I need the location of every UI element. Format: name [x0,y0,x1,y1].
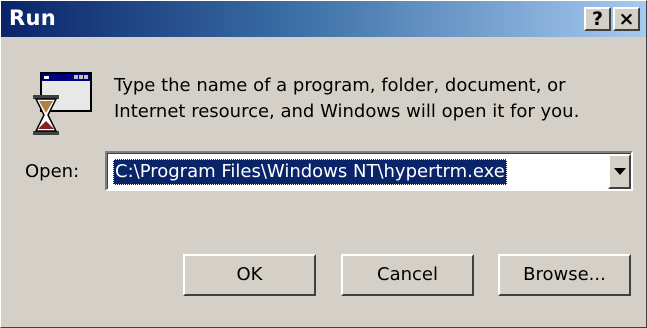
browse-button[interactable]: Browse... [498,254,631,296]
title-bar[interactable]: Run ? × [1,1,646,37]
description-line-2: Internet resource, and Windows will open… [114,101,580,122]
open-input[interactable]: C:\Program Files\Windows NT\hypertrm.exe [113,159,507,185]
dropdown-button[interactable] [608,154,631,189]
run-program-icon [33,72,92,135]
close-button[interactable]: × [613,7,640,31]
open-combobox[interactable]: C:\Program Files\Windows NT\hypertrm.exe [105,151,633,191]
description-line-1: Type the name of a program, folder, docu… [114,75,566,96]
window-title: Run [9,6,56,30]
help-button[interactable]: ? [584,7,611,31]
run-dialog: Run ? × Type the name of a program, fold… [0,0,647,328]
ok-button[interactable]: OK [183,254,316,296]
open-label: Open: [25,161,80,182]
description-text: Type the name of a program, folder, docu… [114,73,624,125]
cancel-button[interactable]: Cancel [341,254,474,296]
chevron-down-icon [614,168,626,175]
combobox-frame: C:\Program Files\Windows NT\hypertrm.exe [107,153,631,189]
